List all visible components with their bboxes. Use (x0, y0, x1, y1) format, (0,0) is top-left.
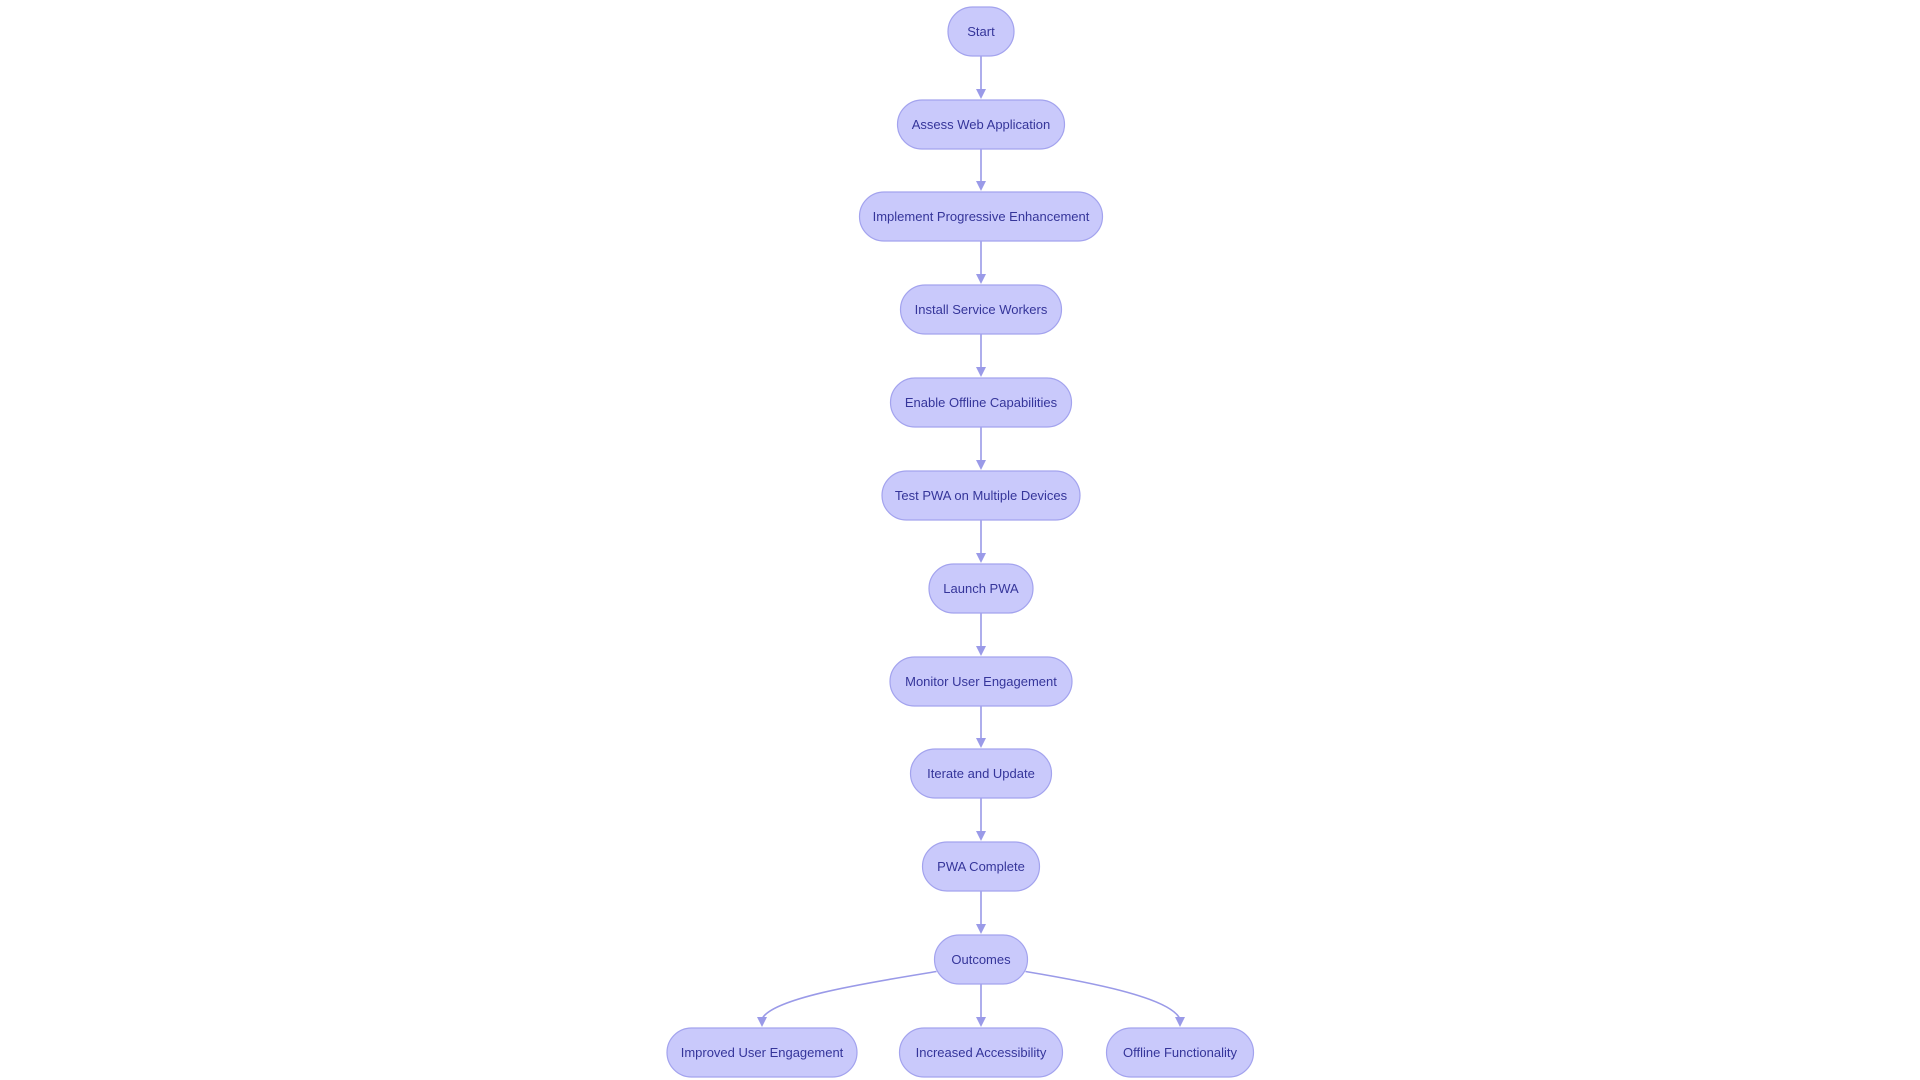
node-label: Enable Offline Capabilities (905, 395, 1058, 410)
node-assess: Assess Web Application (896, 99, 1066, 150)
arrowhead-icon (976, 181, 986, 191)
node-outcomes: Outcomes (933, 934, 1029, 985)
node-launch: Launch PWA (928, 563, 1034, 614)
node-label: Offline Functionality (1123, 1045, 1237, 1060)
arrowhead-icon (976, 646, 986, 656)
arrowhead-icon (1175, 1017, 1185, 1027)
arrowhead-icon (976, 460, 986, 470)
arrowhead-icon (976, 274, 986, 284)
node-label: Test PWA on Multiple Devices (895, 488, 1068, 503)
node-label: Install Service Workers (915, 302, 1048, 317)
edge-outcomes-to-engagement (761, 970, 937, 1020)
node-label: Iterate and Update (927, 766, 1035, 781)
arrowhead-icon (976, 553, 986, 563)
node-iterate: Iterate and Update (909, 748, 1053, 799)
node-accessibility: Increased Accessibility (898, 1027, 1064, 1078)
node-label: Start (967, 24, 995, 39)
node-label: Outcomes (951, 952, 1011, 967)
node-label: PWA Complete (937, 859, 1025, 874)
arrowhead-icon (976, 924, 986, 934)
flowchart-canvas: Start Assess Web Application Implement Pro… (666, 6, 1255, 1078)
arrowhead-icon (976, 367, 986, 377)
node-install: Install Service Workers (899, 284, 1063, 335)
node-engagement: Improved User Engagement (666, 1027, 858, 1078)
nodes-layer: Start Assess Web Application Implement Pro… (666, 6, 1255, 1078)
node-offline-cap: Enable Offline Capabilities (889, 377, 1073, 428)
node-complete: PWA Complete (921, 841, 1041, 892)
node-label: Monitor User Engagement (905, 674, 1057, 689)
node-label: Improved User Engagement (681, 1045, 844, 1060)
arrowhead-icon (976, 1017, 986, 1027)
node-monitor: Monitor User Engagement (889, 656, 1073, 707)
arrowhead-icon (757, 1017, 767, 1027)
node-label: Launch PWA (943, 581, 1019, 596)
node-offline-func: Offline Functionality (1105, 1027, 1255, 1078)
arrowhead-icon (976, 89, 986, 99)
node-label: Increased Accessibility (916, 1045, 1047, 1060)
arrowhead-icon (976, 738, 986, 748)
node-test: Test PWA on Multiple Devices (881, 470, 1081, 521)
node-start: Start (947, 6, 1015, 57)
node-implement: Implement Progressive Enhancement (858, 191, 1104, 242)
edge-outcomes-to-offline-func (1025, 970, 1181, 1020)
arrowhead-icon (976, 831, 986, 841)
node-label: Assess Web Application (912, 117, 1051, 132)
node-label: Implement Progressive Enhancement (873, 209, 1090, 224)
